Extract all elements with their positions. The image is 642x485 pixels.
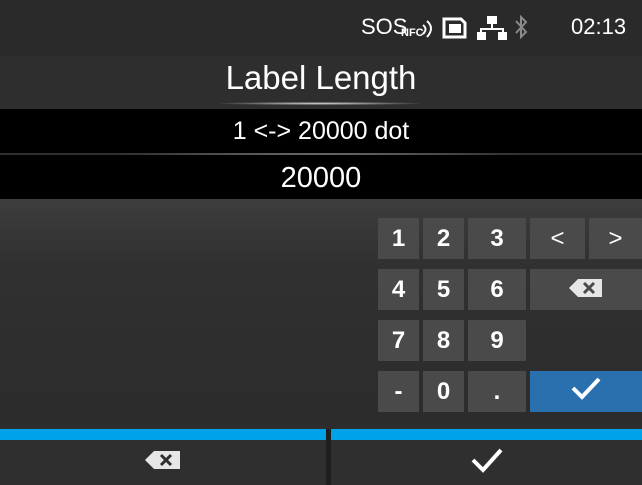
key-9[interactable]: 9 [468,320,526,361]
key-1[interactable]: 1 [378,218,419,259]
backspace-icon [569,270,603,311]
key-6[interactable]: 6 [468,269,526,310]
title-divider [220,102,420,105]
key-2[interactable]: 2 [423,218,464,259]
footer-backspace-button[interactable] [0,429,326,485]
range-hint: 1 <-> 20000 dot [0,109,642,153]
network-icon [477,15,507,41]
bluetooth-icon [514,14,528,40]
key-0[interactable]: 0 [423,371,464,412]
backspace-icon [145,450,181,475]
key-confirm[interactable] [530,371,642,412]
nfc-icon: NFC [401,17,435,39]
key-5[interactable]: 5 [423,269,464,310]
key-backspace[interactable] [530,269,642,310]
key-period[interactable]: . [468,371,526,412]
key-4[interactable]: 4 [378,269,419,310]
key-3[interactable]: 3 [468,218,526,259]
value-input[interactable]: 20000 [0,155,642,199]
footer-confirm-button[interactable] [331,429,642,485]
key-minus[interactable]: - [378,371,419,412]
checkmark-icon [571,372,601,413]
footer-confirm-accent [331,429,642,440]
keypad-area: 1 2 3 < > 4 5 6 7 8 9 - 0 . [0,199,642,427]
checkmark-icon [471,447,503,478]
status-bar: SOS NFC 02:13 [0,0,642,56]
svg-text:NFC: NFC [401,27,424,39]
page-title: Label Length [225,59,417,96]
key-8[interactable]: 8 [423,320,464,361]
sd-card-icon [441,17,467,39]
key-cursor-right[interactable]: > [589,218,642,259]
footer-bar [0,429,642,485]
key-cursor-left[interactable]: < [530,218,585,259]
clock: 02:13 [571,14,627,39]
key-7[interactable]: 7 [378,320,419,361]
footer-backspace-accent [0,429,326,440]
